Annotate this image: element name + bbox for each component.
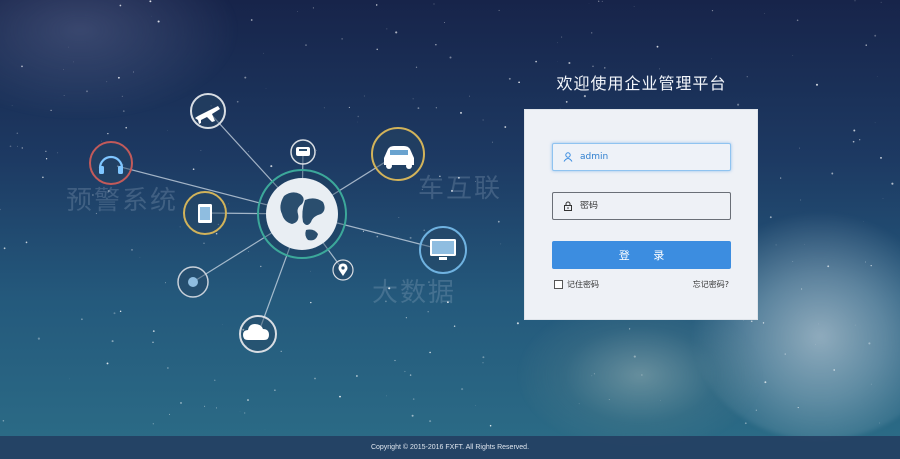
lock-icon [561,199,575,213]
password-input[interactable] [580,201,720,211]
globe-icon [257,169,347,259]
remember-checkbox[interactable] [554,280,563,289]
page-title: 欢迎使用企业管理平台 [556,74,727,93]
network-illustration [89,93,467,353]
login-panel: 登 录 记住密码 忘记密码? [524,109,758,320]
car-icon [371,127,425,181]
dot-icon [177,266,209,298]
login-button[interactable]: 登 录 [552,241,731,269]
cloud-icon [239,315,277,353]
location-pin-icon [332,259,354,281]
tablet-icon [183,191,227,235]
username-field[interactable] [552,143,731,171]
airplane-icon [190,93,226,129]
copyright-text: Copyright © 2015-2016 FXFT. All Rights R… [370,444,530,451]
forgot-password-link[interactable]: 忘记密码? [693,279,729,290]
remember-password-option[interactable]: 记住密码 [554,279,599,290]
headphones-icon [89,141,133,185]
footer-bar: Copyright © 2015-2016 FXFT. All Rights R… [0,436,900,459]
username-input[interactable] [580,152,720,162]
phone-icon [290,139,316,165]
remember-label: 记住密码 [567,280,599,289]
login-page: 预警系统 车互联 大数据 欢迎使用企业管理平台 admin 登 录 记住密码 忘… [0,0,900,459]
user-icon [561,150,575,164]
password-field[interactable] [552,192,731,220]
monitor-icon [419,226,467,274]
